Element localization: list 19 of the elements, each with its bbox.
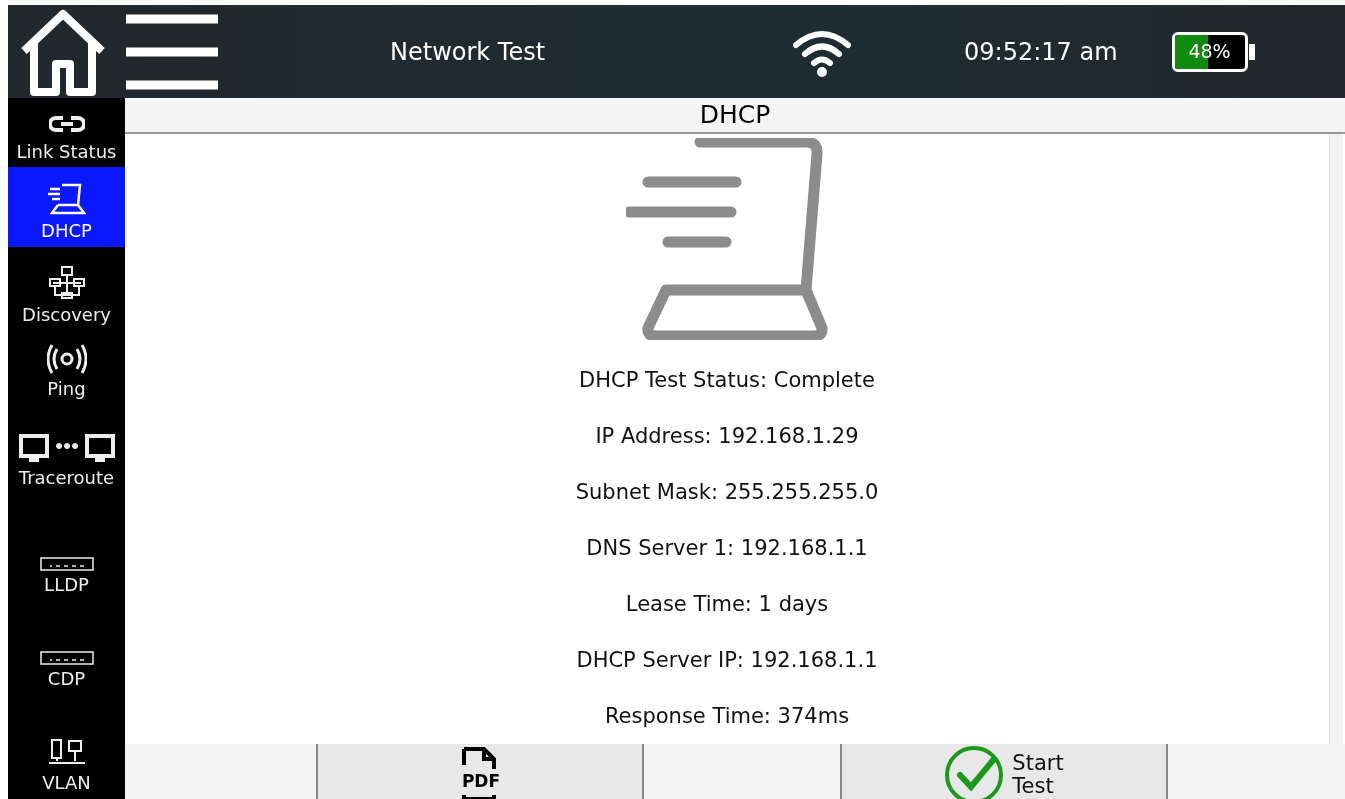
result-line: Response Time: 374ms <box>604 703 850 730</box>
signal-icon <box>46 343 87 376</box>
result-line: DHCP Server IP: 192.168.1.1 <box>576 647 878 674</box>
pdf-button[interactable]: PDF <box>316 744 644 799</box>
clock-time: 09:52:17 am <box>964 36 1118 68</box>
network-icon <box>48 264 85 301</box>
result-line: Lease Time: 1 days <box>625 591 829 618</box>
sidebar-tab[interactable]: DHCP <box>8 167 125 247</box>
screen-title: Network Test <box>390 36 547 68</box>
result-line: DNS Server 1: 192.168.1.1 <box>586 535 868 562</box>
computers-icon <box>18 434 115 465</box>
port-icon <box>39 557 94 572</box>
port-icon <box>39 651 94 666</box>
result-line: Subnet Mask: 255.255.255.0 <box>575 479 879 506</box>
menu-icon <box>126 12 218 91</box>
result-line: IP Address: 192.168.1.29 <box>595 423 859 450</box>
menu-button[interactable] <box>126 12 218 91</box>
start-test-button[interactable]: Start Test <box>840 744 1168 799</box>
result-line: DHCP Test Status: Complete <box>579 367 875 394</box>
